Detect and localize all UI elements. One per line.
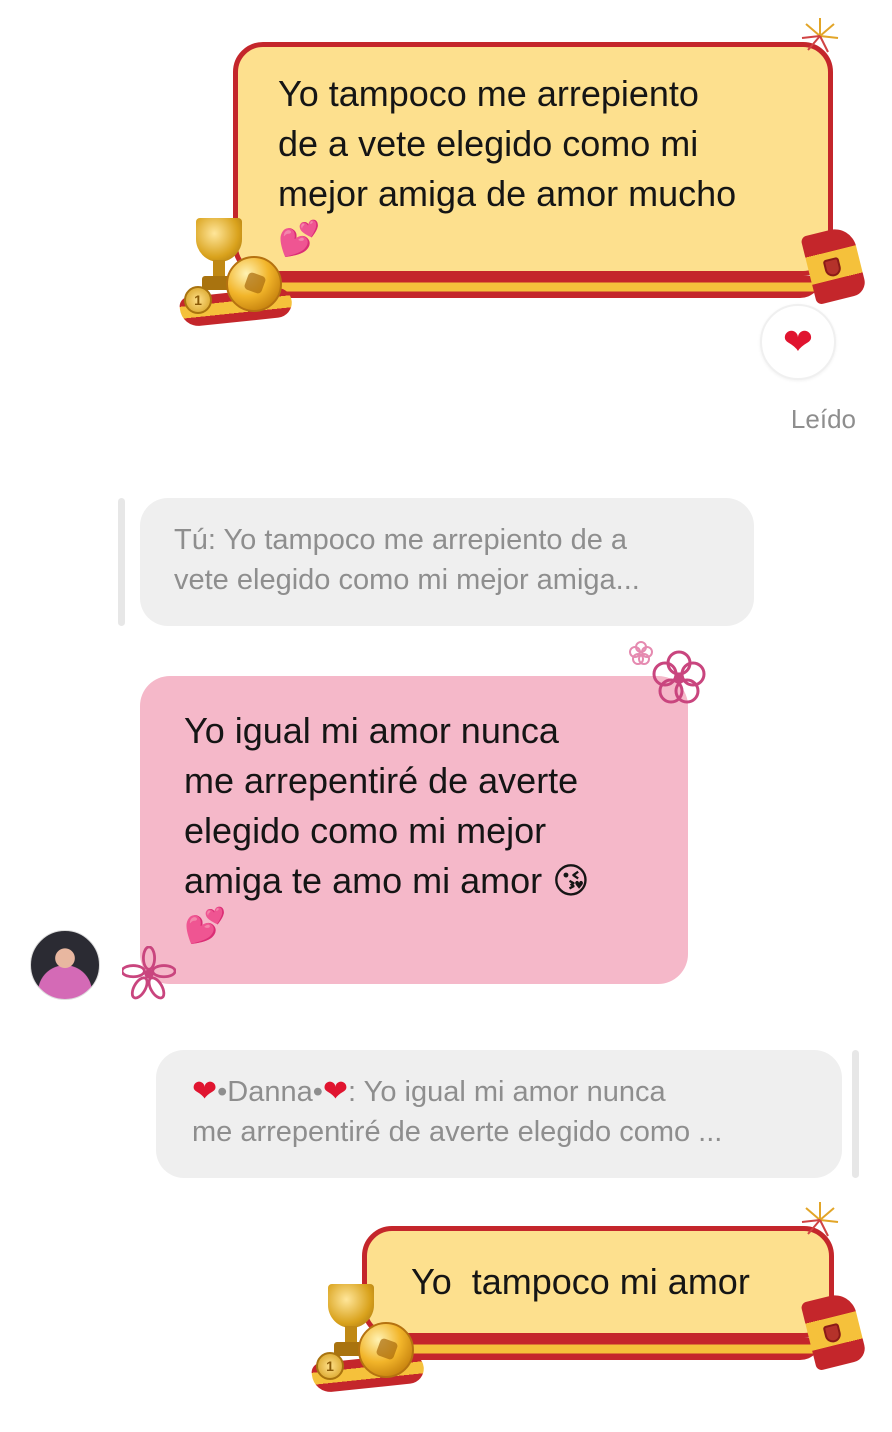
- message-text-line: me arrepentiré de averte: [184, 760, 579, 801]
- heart-icon: ❤: [782, 321, 814, 362]
- reply-preview-line: vete elegido como mi mejor amiga...: [174, 564, 640, 596]
- trophy-icon: [328, 1284, 374, 1328]
- soccer-ball-icon: [358, 1322, 414, 1378]
- reply-preview-line: Tú: Yo tampoco me arrepiento de a: [174, 520, 720, 560]
- message-text: Yo tampoco mi amor: [411, 1261, 750, 1302]
- message-text-line: elegido como mi mejor: [184, 810, 547, 851]
- reply-preview-line: me arrepentiré de averte elegido como ..…: [192, 1116, 723, 1148]
- trophy-decoration: 1: [178, 212, 300, 328]
- two-hearts-emoji: 💕: [184, 907, 227, 945]
- heart-reaction[interactable]: ❤: [760, 304, 836, 380]
- firework-icon: [801, 1202, 839, 1237]
- small-flower-icon: [629, 641, 653, 665]
- coin-icon: 1: [316, 1352, 344, 1380]
- two-hearts-emoji: 💕: [278, 220, 321, 258]
- reply-preview[interactable]: ❤•Danna•❤: Yo igual mi amor nunca me arr…: [156, 1050, 842, 1178]
- soccer-ball-icon: [226, 256, 282, 312]
- flower-icon: [652, 650, 706, 704]
- spain-flag-icon: [800, 1290, 868, 1372]
- read-status: Leído: [790, 404, 856, 434]
- reply-text: Yo tampoco me arrepiento de a: [223, 524, 628, 556]
- message-text-line: mejor amiga de amor mucho: [278, 173, 737, 214]
- message-text-line: amiga te amo mi amor 😘: [184, 860, 590, 901]
- message-text-line: de a vete elegido como mi: [278, 123, 699, 164]
- spain-stripe-decoration: [392, 1338, 822, 1360]
- message-text-line: Yo tampoco me arrepiento: [278, 73, 699, 114]
- spain-stripe-decoration: [262, 276, 822, 298]
- coin-icon: 1: [184, 286, 212, 314]
- reply-preview-line: ❤•Danna•❤: Yo igual mi amor nunca: [192, 1075, 666, 1108]
- heart-icon: ❤: [322, 1075, 349, 1108]
- reply-sender-name: •Danna•: [217, 1076, 323, 1108]
- reply-text: Yo igual mi amor nunca: [363, 1076, 666, 1108]
- received-bubble[interactable]: Yo igual mi amor nunca me arrepentiré de…: [140, 676, 688, 984]
- flower-icon: [122, 946, 176, 1000]
- firework-icon: [801, 18, 839, 53]
- trophy-icon: [196, 218, 242, 262]
- heart-icon: ❤: [192, 1075, 218, 1108]
- reply-indicator-bar: [118, 498, 125, 626]
- kiss-emoji: 😘: [552, 860, 590, 901]
- reply-prefix: Tú:: [174, 524, 216, 556]
- reply-indicator-bar: [852, 1050, 859, 1178]
- reply-preview[interactable]: Tú: Yo tampoco me arrepiento de a vete e…: [140, 498, 754, 626]
- sent-bubble-1[interactable]: Yo tampoco me arrepiento de a vete elegi…: [233, 42, 833, 276]
- sent-bubble-2[interactable]: Yo tampoco mi amor: [362, 1226, 834, 1338]
- message-text-line: Yo igual mi amor nunca: [184, 710, 559, 751]
- trophy-decoration: 1: [310, 1278, 432, 1394]
- danna-avatar[interactable]: [30, 930, 100, 1000]
